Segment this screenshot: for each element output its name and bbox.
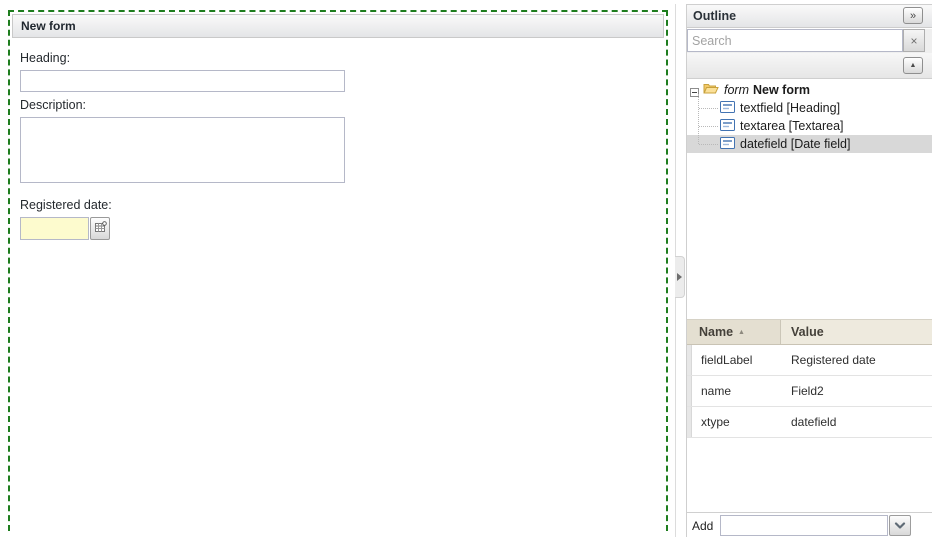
property-name-cell[interactable]: name [687, 384, 781, 398]
form-panel-body: Heading: Description: Registered date: [12, 38, 664, 248]
property-name-cell[interactable]: fieldLabel [687, 353, 781, 367]
property-row-xtype[interactable]: xtype datefield [687, 407, 932, 438]
tree-node-label: textfield [Heading] [740, 101, 840, 115]
collapse-panel-button[interactable]: » [903, 7, 923, 24]
collapse-all-icon: ▲ [910, 62, 917, 69]
search-row: × [687, 29, 932, 53]
collapse-east-panel-handle[interactable] [675, 256, 685, 298]
outline-panel-header: Outline » [687, 5, 932, 28]
property-row-fieldlabel[interactable]: fieldLabel Registered date [687, 345, 932, 376]
folder-open-icon [703, 82, 719, 98]
clear-search-button[interactable]: × [903, 29, 925, 52]
tree-node-form-root[interactable]: form New form [687, 81, 932, 99]
heading-input[interactable] [20, 70, 345, 92]
add-field-combo [720, 515, 911, 536]
calendar-icon [94, 221, 107, 237]
column-header-name[interactable]: Name▲ [687, 320, 781, 344]
form-panel-header[interactable]: New form [12, 14, 664, 38]
registered-date-field-label: Registered date: [20, 198, 656, 212]
property-grid: Name▲ Value fieldLabel Registered date n… [687, 319, 932, 438]
form-panel[interactable]: New form Heading: Description: Registere… [12, 14, 664, 248]
tree-toolbar: ▲ [687, 53, 932, 79]
add-combo-trigger-button[interactable] [889, 515, 911, 536]
panel-splitter[interactable] [672, 4, 686, 537]
form-selection-outline: New form Heading: Description: Registere… [8, 10, 668, 531]
form-field-icon [720, 101, 735, 116]
collapse-arrow-icon [677, 273, 682, 281]
tree-node-textfield[interactable]: textfield [Heading] [687, 99, 932, 117]
date-field [20, 217, 656, 240]
tree-node-textarea[interactable]: textarea [Textarea] [687, 117, 932, 135]
outline-panel-title: Outline [693, 9, 736, 23]
tree-children: textfield [Heading] textarea [Textarea] [687, 99, 932, 153]
collapse-all-button[interactable]: ▲ [903, 57, 923, 74]
property-value-cell[interactable]: Registered date [781, 353, 932, 367]
add-label: Add [692, 519, 713, 533]
tree-root-name-label: New form [753, 83, 810, 97]
property-grid-header: Name▲ Value [687, 319, 932, 345]
close-icon: × [910, 34, 917, 48]
form-field-icon [720, 119, 735, 134]
add-bar: Add [687, 512, 932, 538]
property-value-cell[interactable]: datefield [781, 415, 932, 429]
tree-node-label: datefield [Date field] [740, 137, 851, 151]
outline-tree: form New form textfield [Heading] [687, 81, 932, 153]
description-field-label: Description: [20, 98, 656, 112]
form-field-icon [720, 137, 735, 152]
heading-field-label: Heading: [20, 51, 656, 65]
search-input[interactable] [687, 29, 903, 52]
date-picker-trigger-button[interactable] [90, 217, 110, 240]
property-row-name[interactable]: name Field2 [687, 376, 932, 407]
property-name-cell[interactable]: xtype [687, 415, 781, 429]
registered-date-input[interactable] [20, 217, 89, 240]
add-combo-input[interactable] [720, 515, 888, 536]
description-textarea[interactable] [20, 117, 345, 183]
tree-node-label: textarea [Textarea] [740, 119, 844, 133]
tree-node-datefield[interactable]: datefield [Date field] [687, 135, 932, 153]
column-header-value[interactable]: Value [781, 320, 932, 344]
form-designer-app: New form Heading: Description: Registere… [0, 0, 932, 550]
sort-asc-icon: ▲ [738, 329, 745, 336]
double-chevron-right-icon: » [910, 10, 916, 22]
property-value-cell[interactable]: Field2 [781, 384, 932, 398]
tree-root-type-label: form [724, 83, 749, 97]
outline-panel: Outline » × ▲ [686, 4, 932, 537]
chevron-down-icon [894, 518, 906, 533]
